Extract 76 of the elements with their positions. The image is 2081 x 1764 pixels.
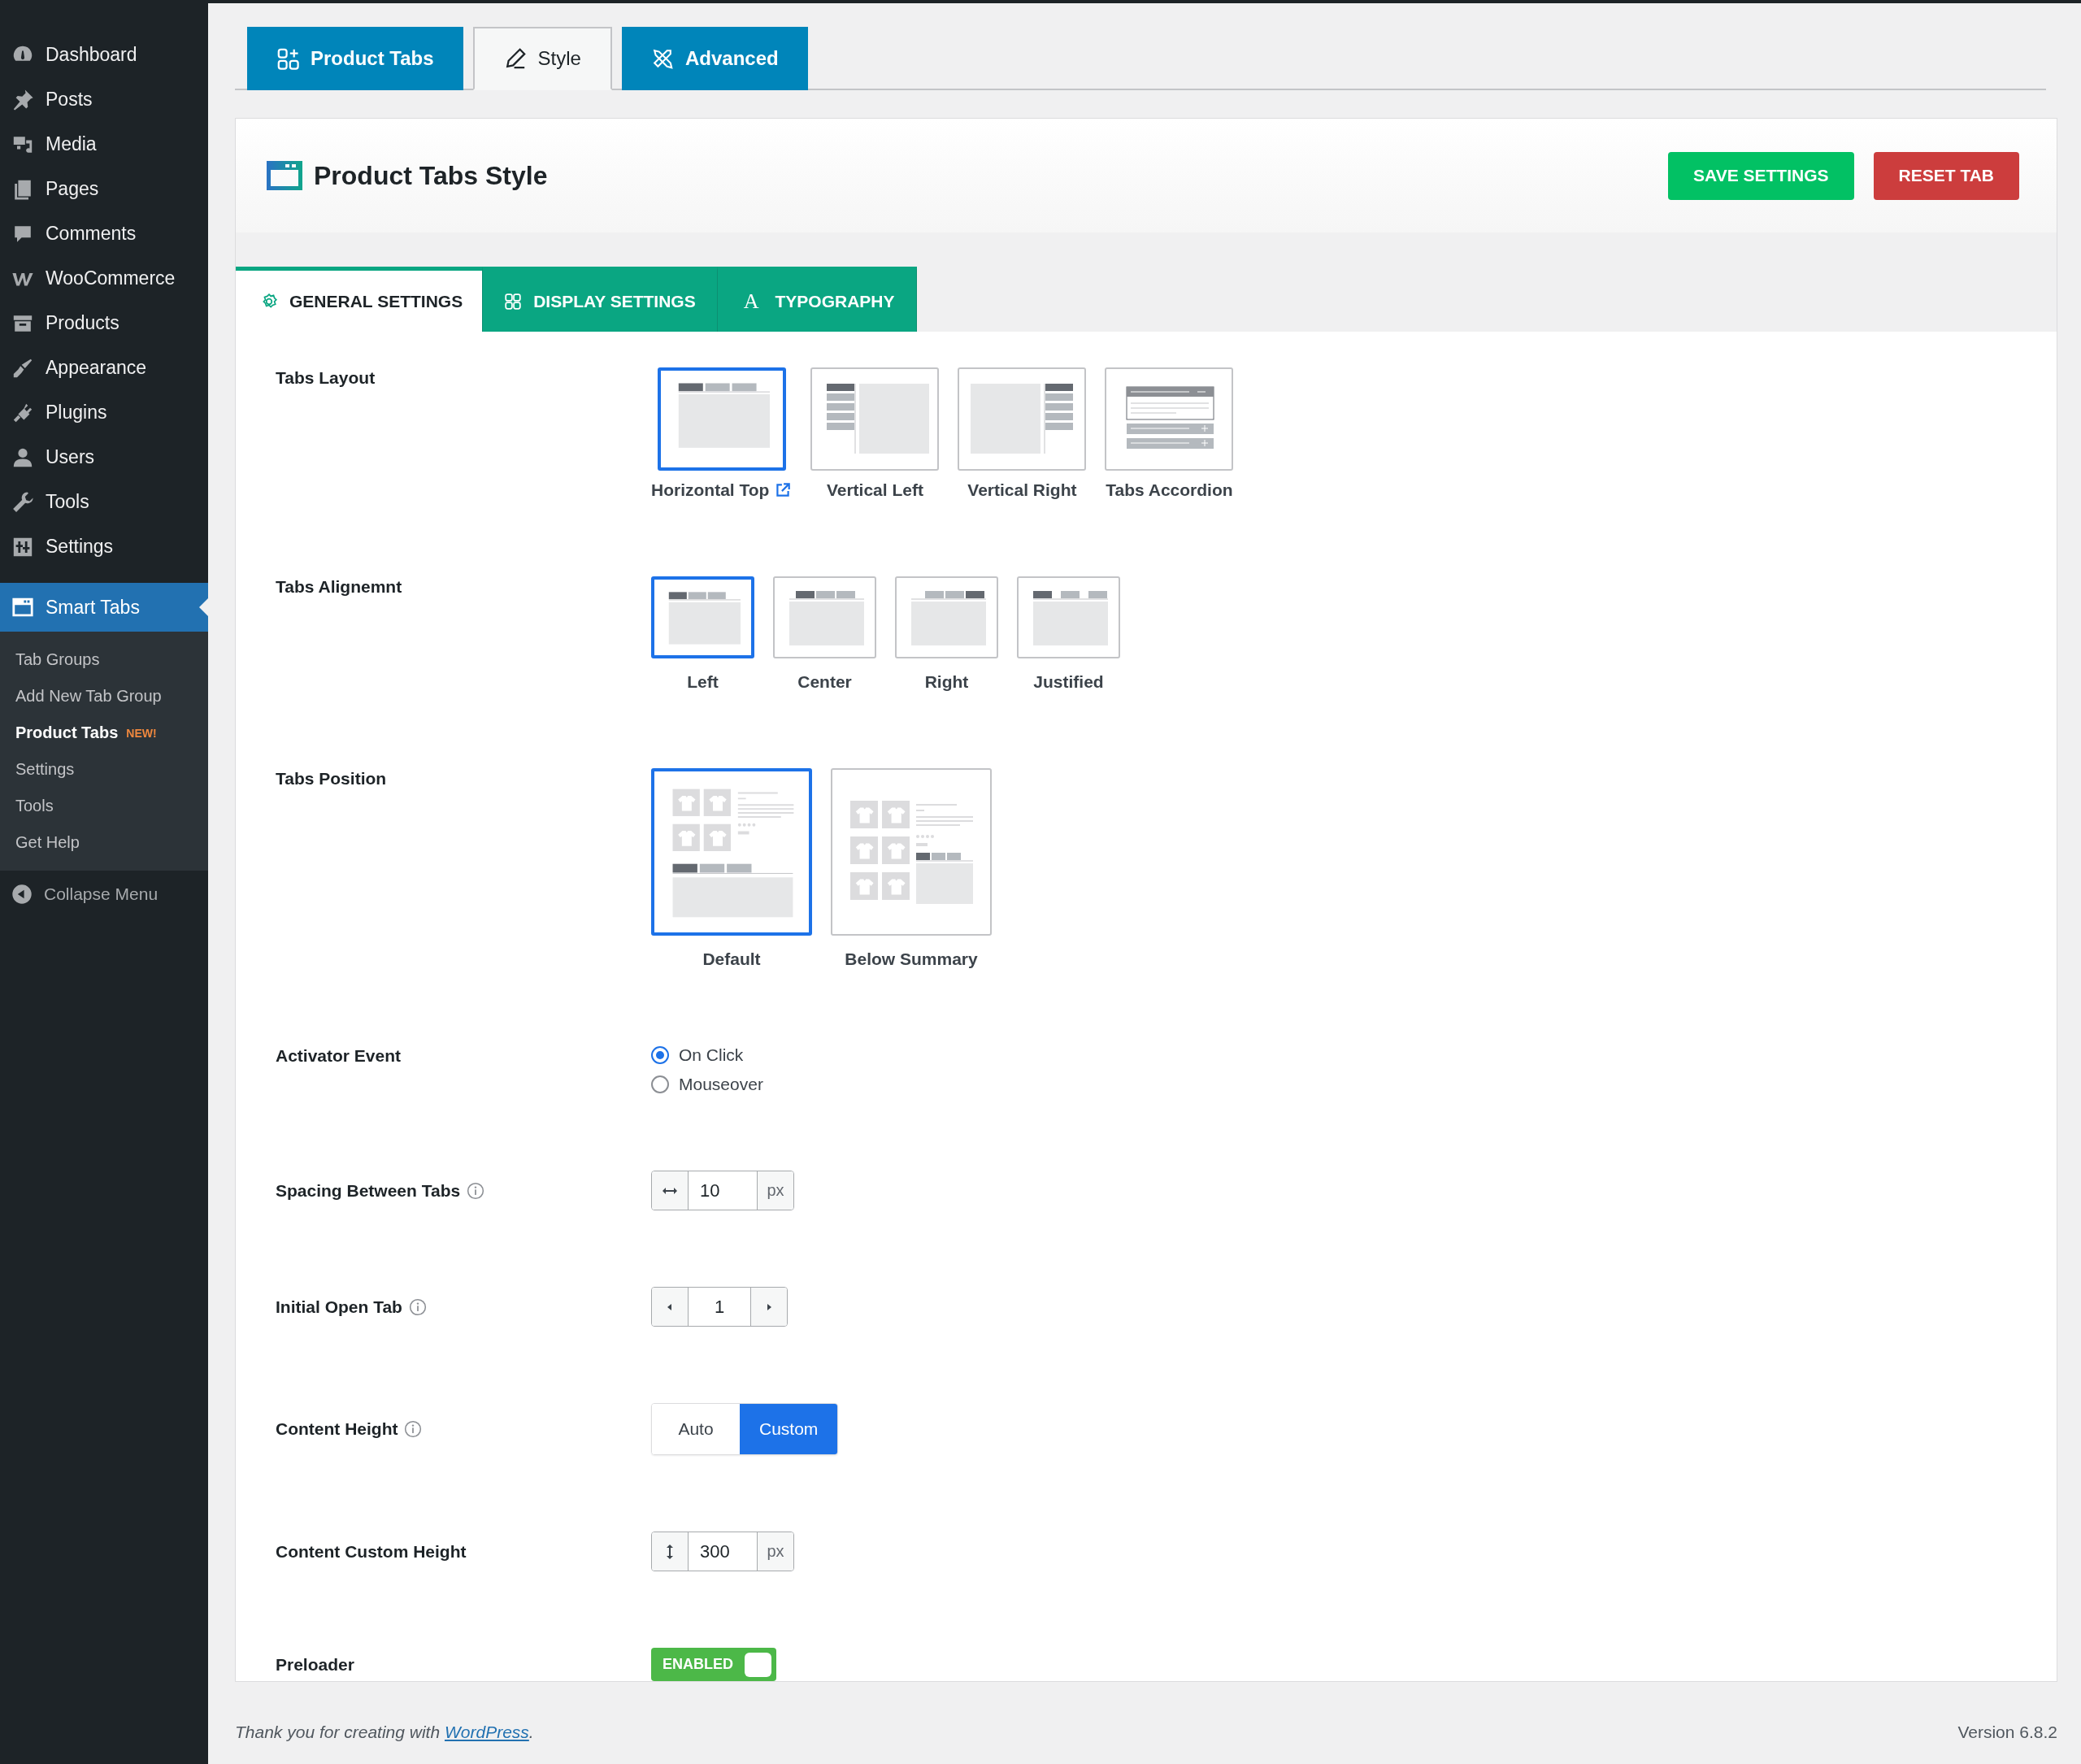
version-text: Version 6.8.2 bbox=[1957, 1723, 2057, 1742]
footer-text: Thank you for creating with WordPress. bbox=[235, 1723, 534, 1742]
page-title: Product Tabs Style bbox=[314, 160, 548, 191]
number-field[interactable]: 1 bbox=[688, 1288, 751, 1326]
option-label: Horizontal Top bbox=[651, 480, 770, 500]
submenu-item[interactable]: Settings bbox=[0, 751, 208, 788]
option-label: Vertical Left bbox=[826, 480, 923, 500]
sidebar-menu-item[interactable]: Products bbox=[0, 301, 208, 345]
external-link-icon[interactable] bbox=[774, 481, 793, 499]
radio-option[interactable]: Mouseover bbox=[651, 1075, 2057, 1094]
setting-label: Preloader bbox=[276, 1653, 354, 1675]
option-label: Below Summary bbox=[845, 949, 978, 969]
unit-label: px bbox=[758, 1171, 793, 1210]
sidebar-menu-item[interactable]: Tools bbox=[0, 480, 208, 524]
option-label: Right bbox=[924, 672, 969, 692]
setting-label: Tabs Layout bbox=[276, 367, 376, 389]
setting-label: Tabs Position bbox=[276, 768, 387, 789]
settings-tab[interactable]: GENERAL SETTINGS bbox=[236, 267, 484, 332]
setting-label: Activator Event bbox=[276, 1045, 402, 1067]
option-label: Tabs Accordion bbox=[1106, 480, 1233, 500]
sidebar-menu-item[interactable]: Pages bbox=[0, 167, 208, 211]
submenu-item[interactable]: Product Tabs NEW! bbox=[0, 715, 208, 751]
stepper-control[interactable]: 1 bbox=[651, 1287, 788, 1327]
segment-button[interactable]: Custom bbox=[740, 1404, 838, 1454]
submenu-item[interactable]: Tools bbox=[0, 788, 208, 824]
radio-button[interactable] bbox=[651, 1075, 669, 1093]
submenu-item[interactable]: Add New Tab Group bbox=[0, 678, 208, 715]
pushpin-icon bbox=[11, 88, 34, 111]
top-tab[interactable]: Advanced bbox=[621, 27, 808, 90]
option-label: Vertical Right bbox=[967, 480, 1077, 500]
caret-left-icon bbox=[666, 1301, 674, 1312]
collapse-menu-button[interactable]: Collapse Menu bbox=[0, 871, 170, 918]
option-label: Center bbox=[797, 672, 852, 692]
sidebar-menu-item[interactable]: Dashboard bbox=[0, 33, 208, 77]
letter-icon: A bbox=[738, 289, 764, 314]
sidebar-menu-item[interactable]: Media bbox=[0, 122, 208, 167]
radio-button[interactable] bbox=[651, 1046, 669, 1064]
grid-icon bbox=[504, 292, 523, 311]
top-tab[interactable]: Style bbox=[472, 27, 612, 90]
window-icon bbox=[267, 161, 302, 190]
number-input[interactable]: 300 px bbox=[651, 1532, 794, 1571]
sidebar-menu-item[interactable]: Smart Tabs bbox=[0, 583, 208, 632]
sidebar-menu-item[interactable]: Users bbox=[0, 435, 208, 480]
setting-label: Content Custom Height bbox=[276, 1540, 467, 1562]
sidebar-menu-item[interactable]: Appearance bbox=[0, 345, 208, 390]
top-tab[interactable]: Product Tabs bbox=[247, 27, 463, 90]
submenu-item[interactable]: Get Help bbox=[0, 824, 208, 861]
unit-label: px bbox=[758, 1532, 793, 1571]
collapse-arrow-icon bbox=[11, 884, 33, 905]
number-field[interactable]: 10 bbox=[688, 1171, 758, 1210]
sidebar-menu-item[interactable]: WooCommerce bbox=[0, 256, 208, 301]
wrench-icon bbox=[11, 490, 34, 514]
radio-option[interactable]: On Click bbox=[651, 1045, 2057, 1065]
setting-label: Spacing Between Tabs bbox=[276, 1180, 461, 1201]
option-label: Default bbox=[702, 949, 761, 969]
apps-plus-icon bbox=[276, 47, 299, 70]
option-label: Left bbox=[687, 672, 719, 692]
sidebar-menu-item[interactable]: Comments bbox=[0, 211, 208, 256]
caret-right-icon bbox=[765, 1301, 773, 1312]
number-input[interactable]: 10 px bbox=[651, 1171, 794, 1210]
new-label: NEW! bbox=[126, 726, 157, 740]
option-label: Justified bbox=[1033, 672, 1104, 692]
decrement-button[interactable] bbox=[652, 1288, 688, 1326]
setting-label: Initial Open Tab bbox=[276, 1296, 402, 1318]
number-field[interactable]: 300 bbox=[688, 1532, 758, 1571]
setting-label: Content Height bbox=[276, 1419, 398, 1440]
submenu-item[interactable]: Tab Groups bbox=[0, 641, 208, 678]
setting-label: Tabs Alignemnt bbox=[276, 576, 402, 597]
sidebar-menu-item[interactable]: Settings bbox=[0, 524, 208, 569]
wordpress-link[interactable]: WordPress bbox=[444, 1723, 529, 1741]
sidebar-menu-item[interactable]: Posts bbox=[0, 77, 208, 122]
segment-button[interactable]: Auto bbox=[652, 1404, 740, 1454]
sidebar-menu-item[interactable]: Plugins bbox=[0, 390, 208, 435]
reset-button[interactable]: RESET TAB bbox=[1873, 151, 2019, 200]
window-icon bbox=[11, 596, 34, 619]
increment-button[interactable] bbox=[751, 1288, 787, 1326]
